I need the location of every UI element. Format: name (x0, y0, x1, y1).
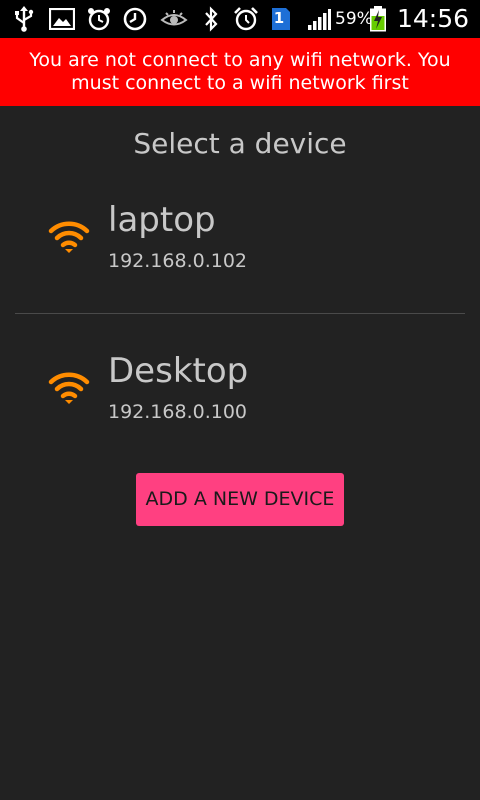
page-title: Select a device (133, 127, 347, 160)
device-ip: 192.168.0.102 (108, 250, 248, 272)
device-item-laptop[interactable]: laptop 192.168.0.102 (0, 190, 480, 310)
add-new-device-button[interactable]: ADD A NEW DEVICE (136, 473, 344, 526)
status-bar: 1 59% 14:56 (0, 0, 480, 38)
wifi-icon (48, 372, 90, 404)
signal-icon (305, 5, 333, 33)
device-name: laptop (108, 200, 216, 240)
wifi-icon (48, 221, 90, 253)
clock-icon (121, 5, 149, 33)
usb-icon (10, 5, 38, 33)
image-icon (48, 5, 76, 33)
device-name: Desktop (108, 351, 249, 391)
sim-icon: 1 (267, 5, 295, 33)
bluetooth-icon (197, 5, 225, 33)
alarm-clock-icon (232, 5, 260, 33)
warning-text: You are not connect to any wifi network.… (29, 49, 451, 94)
battery-charging-icon (367, 5, 389, 33)
device-item-desktop[interactable]: Desktop 192.168.0.100 (0, 341, 480, 461)
sim-label: 1 (273, 9, 285, 27)
alarm-icon (85, 5, 113, 33)
no-wifi-warning-banner: You are not connect to any wifi network.… (0, 38, 480, 106)
eye-icon (160, 5, 188, 33)
clock-time: 14:56 (397, 4, 470, 33)
divider (15, 313, 465, 314)
device-ip: 192.168.0.100 (108, 401, 248, 423)
